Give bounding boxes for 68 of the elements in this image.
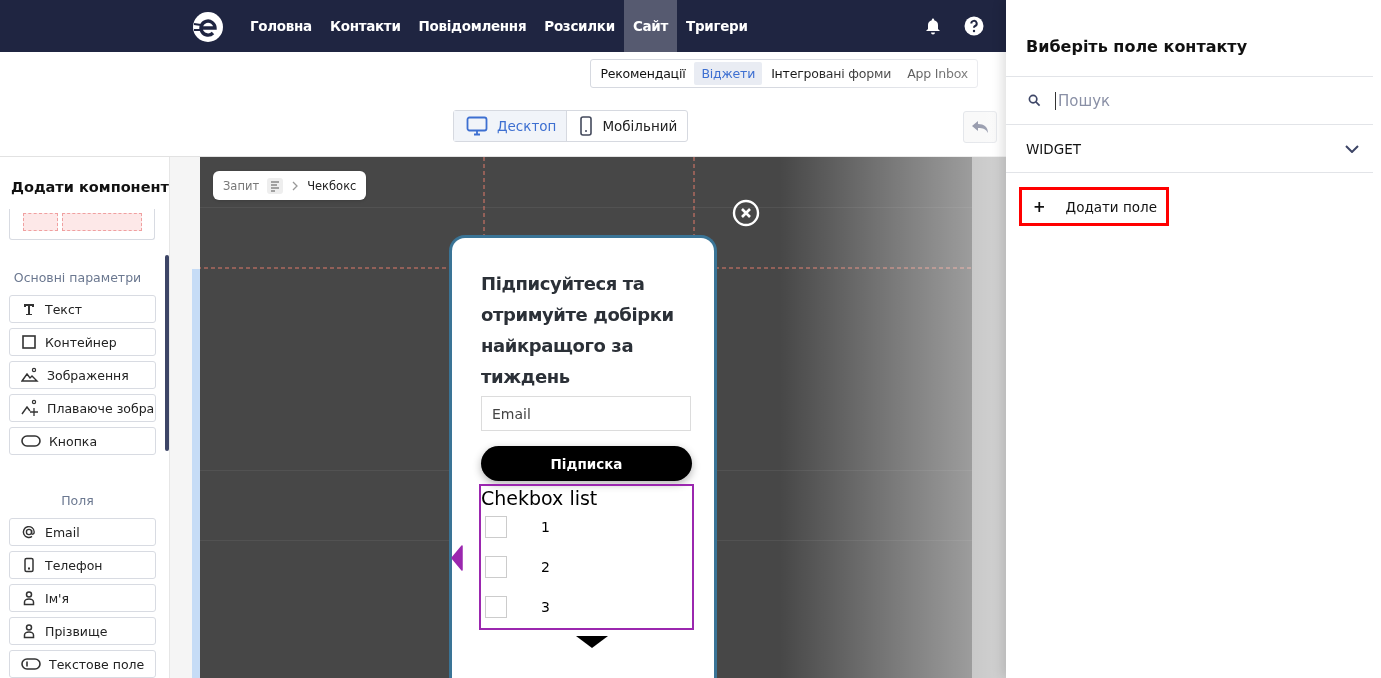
widget-heading: Підписуйтеся та отримуйте добірки найкращого за тиждень bbox=[481, 272, 675, 389]
subscribe-button[interactable]: Підписка bbox=[481, 446, 692, 481]
image-move-icon bbox=[21, 399, 39, 417]
scrollbar[interactable] bbox=[165, 255, 169, 451]
checkbox-label: 3 bbox=[541, 599, 550, 615]
sub-tab[interactable]: Інтегровані форми bbox=[764, 62, 899, 85]
search-field[interactable]: Пошук bbox=[1055, 91, 1338, 110]
section-heading: Поля bbox=[60, 493, 95, 508]
text-icon bbox=[21, 301, 37, 317]
sub-tab[interactable]: App Inbox bbox=[900, 62, 975, 85]
nav-tab[interactable]: Повідомлення bbox=[409, 0, 536, 52]
nav-tab[interactable]: Головна bbox=[241, 0, 321, 52]
resize-handle-icon bbox=[451, 545, 463, 571]
nav-tab[interactable]: Контакти bbox=[320, 0, 410, 52]
component-tile[interactable] bbox=[9, 209, 155, 240]
component-button[interactable]: Кнопка bbox=[9, 427, 156, 455]
component-button[interactable]: Зображення bbox=[9, 361, 156, 389]
sub-tab[interactable]: Рекомендації bbox=[593, 62, 693, 85]
search-icon bbox=[1028, 94, 1041, 107]
help-icon bbox=[964, 16, 984, 36]
person-icon bbox=[21, 590, 37, 606]
checkbox[interactable] bbox=[485, 556, 507, 578]
chevron-right-icon bbox=[291, 180, 300, 191]
email-input[interactable]: Email bbox=[481, 396, 691, 431]
sub-tab[interactable]: Віджети bbox=[694, 62, 763, 85]
nav-tab[interactable]: Сайт bbox=[623, 0, 677, 52]
section-heading: Основні параметри bbox=[12, 270, 143, 285]
component-button[interactable]: Плаваюче зобра bbox=[9, 394, 156, 422]
undo-icon bbox=[971, 120, 989, 134]
breadcrumb-item[interactable]: Чекбокс bbox=[307, 178, 357, 193]
component-button[interactable]: Текст bbox=[9, 295, 156, 323]
checkbox-list-frame[interactable]: Chekbox list 1 2 3 bbox=[479, 484, 694, 630]
nav-tab[interactable]: Розсилки bbox=[535, 0, 624, 52]
undo-button[interactable] bbox=[963, 111, 997, 143]
component-button[interactable]: Текстове поле bbox=[9, 650, 156, 678]
group-header[interactable]: WIDGET bbox=[1006, 125, 1373, 173]
view-toggle-button[interactable]: Мобільний bbox=[566, 111, 688, 141]
phone-icon bbox=[579, 116, 594, 136]
checkbox-list-title: Chekbox list bbox=[481, 487, 599, 509]
nav-tab[interactable]: Тригери bbox=[677, 0, 757, 52]
component-button[interactable]: Ім'я bbox=[9, 584, 156, 612]
input-icon bbox=[21, 658, 41, 670]
square-icon bbox=[21, 334, 37, 350]
close-icon bbox=[732, 199, 760, 227]
panel-title: Додати компонент bbox=[11, 179, 169, 195]
caret-down-icon bbox=[575, 635, 609, 649]
person-icon bbox=[21, 623, 37, 639]
checkbox-label: 1 bbox=[541, 519, 550, 535]
checkbox[interactable] bbox=[485, 516, 507, 538]
checkbox-label: 2 bbox=[541, 559, 550, 575]
drawer-title: Виберіть поле контакту bbox=[1006, 0, 1373, 77]
phone-icon bbox=[21, 557, 37, 573]
component-button[interactable]: Телефон bbox=[9, 551, 156, 579]
checkbox[interactable] bbox=[485, 596, 507, 618]
at-sign-icon bbox=[21, 524, 37, 540]
breadcrumb-item[interactable]: Запит bbox=[223, 178, 260, 193]
align-icon bbox=[267, 177, 284, 194]
logo-icon bbox=[192, 11, 224, 43]
component-button[interactable]: Прізвище bbox=[9, 617, 156, 645]
pill-icon bbox=[21, 435, 41, 447]
chevron-down-icon bbox=[1345, 144, 1359, 153]
component-button[interactable]: Контейнер bbox=[9, 328, 156, 356]
monitor-icon bbox=[466, 116, 488, 136]
view-toggle-button[interactable]: Десктоп bbox=[454, 111, 567, 141]
image-icon bbox=[21, 367, 39, 383]
component-button[interactable]: Email bbox=[9, 518, 156, 546]
add-field-button[interactable]: + Додати поле bbox=[1019, 187, 1169, 226]
bell-icon bbox=[924, 17, 942, 35]
